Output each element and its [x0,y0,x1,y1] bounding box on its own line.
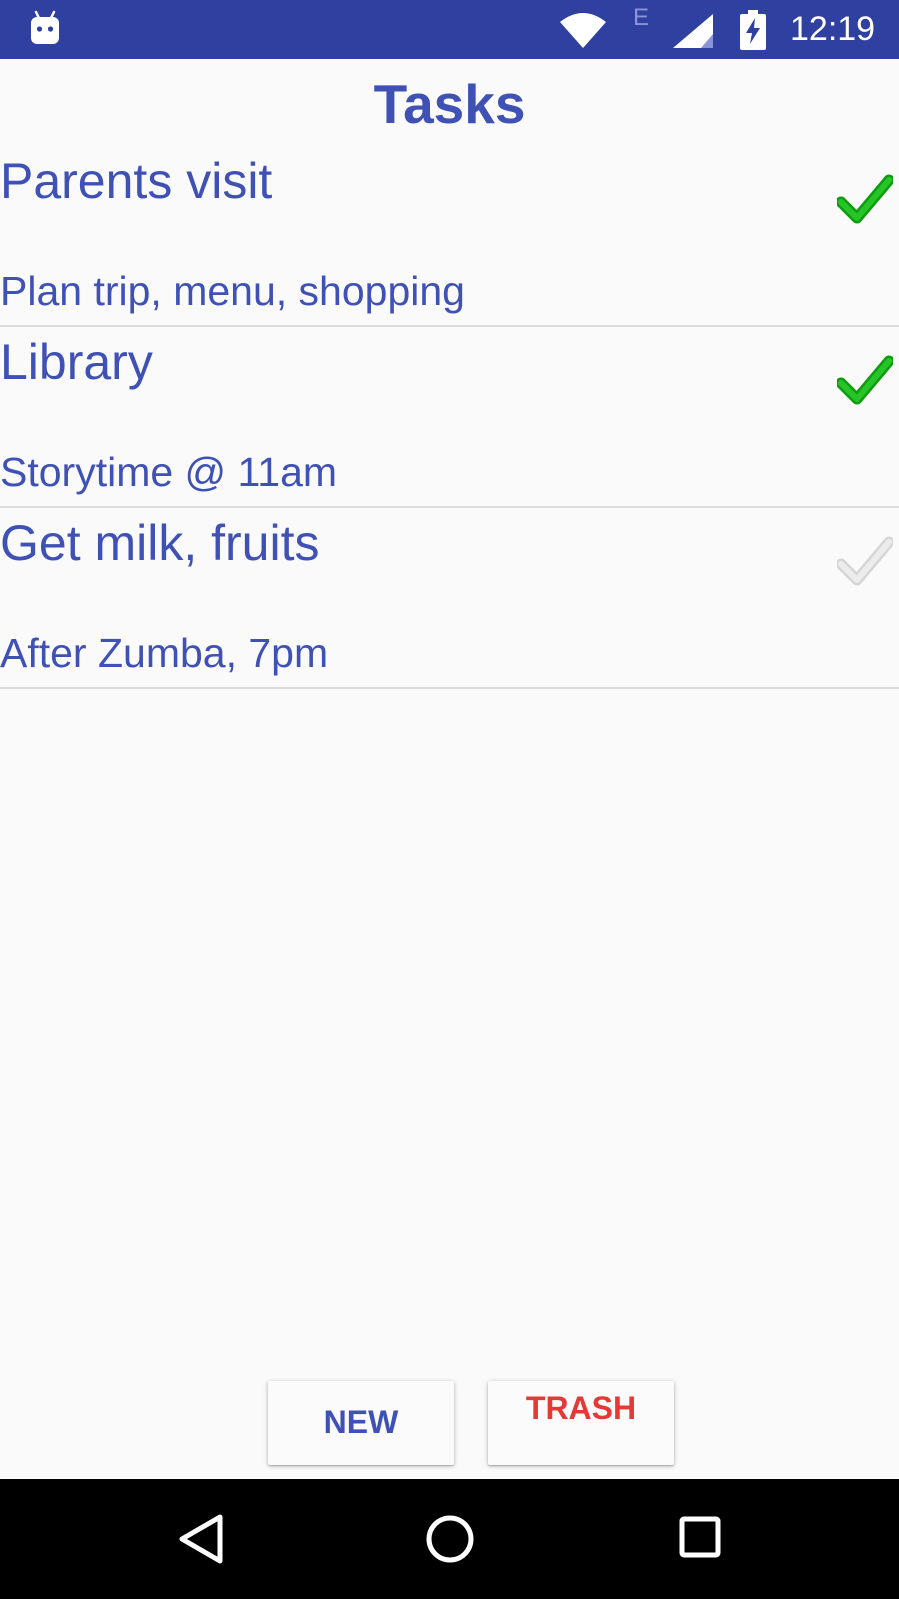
network-type-label: E [633,4,650,31]
task-title: Parents visit [0,153,273,209]
battery-charging-icon [740,10,766,50]
page-title: Tasks [373,73,526,135]
trash-button[interactable]: TRASH [488,1381,674,1465]
wifi-icon [560,13,606,48]
new-task-button[interactable]: NEW [268,1381,454,1465]
android-robot-icon [31,10,59,44]
cellular-signal-icon [673,14,713,48]
status-clock: 12:19 [790,10,876,48]
task-title: Library [0,334,153,390]
task-row[interactable]: Parents visit Plan trip, menu, shopping [0,146,899,327]
status-bar: E 12:19 [0,0,899,59]
task-title: Get milk, fruits [0,515,320,571]
new-button-label: NEW [323,1404,399,1440]
trash-button-label: TRASH [525,1390,637,1426]
task-note: Storytime @ 11am [0,449,338,495]
navigation-bar [0,1479,899,1599]
check-done-icon[interactable] [837,355,893,407]
task-row[interactable]: Library Storytime @ 11am [0,327,899,508]
back-icon[interactable] [176,1511,228,1567]
task-note: Plan trip, menu, shopping [0,268,465,314]
task-note: After Zumba, 7pm [0,630,329,676]
check-done-icon[interactable] [837,174,893,226]
task-list: Parents visit Plan trip, menu, shopping … [0,146,899,689]
recents-icon[interactable] [678,1515,722,1559]
check-pending-icon[interactable] [837,536,893,588]
home-icon[interactable] [424,1513,476,1565]
task-row[interactable]: Get milk, fruits After Zumba, 7pm [0,508,899,689]
